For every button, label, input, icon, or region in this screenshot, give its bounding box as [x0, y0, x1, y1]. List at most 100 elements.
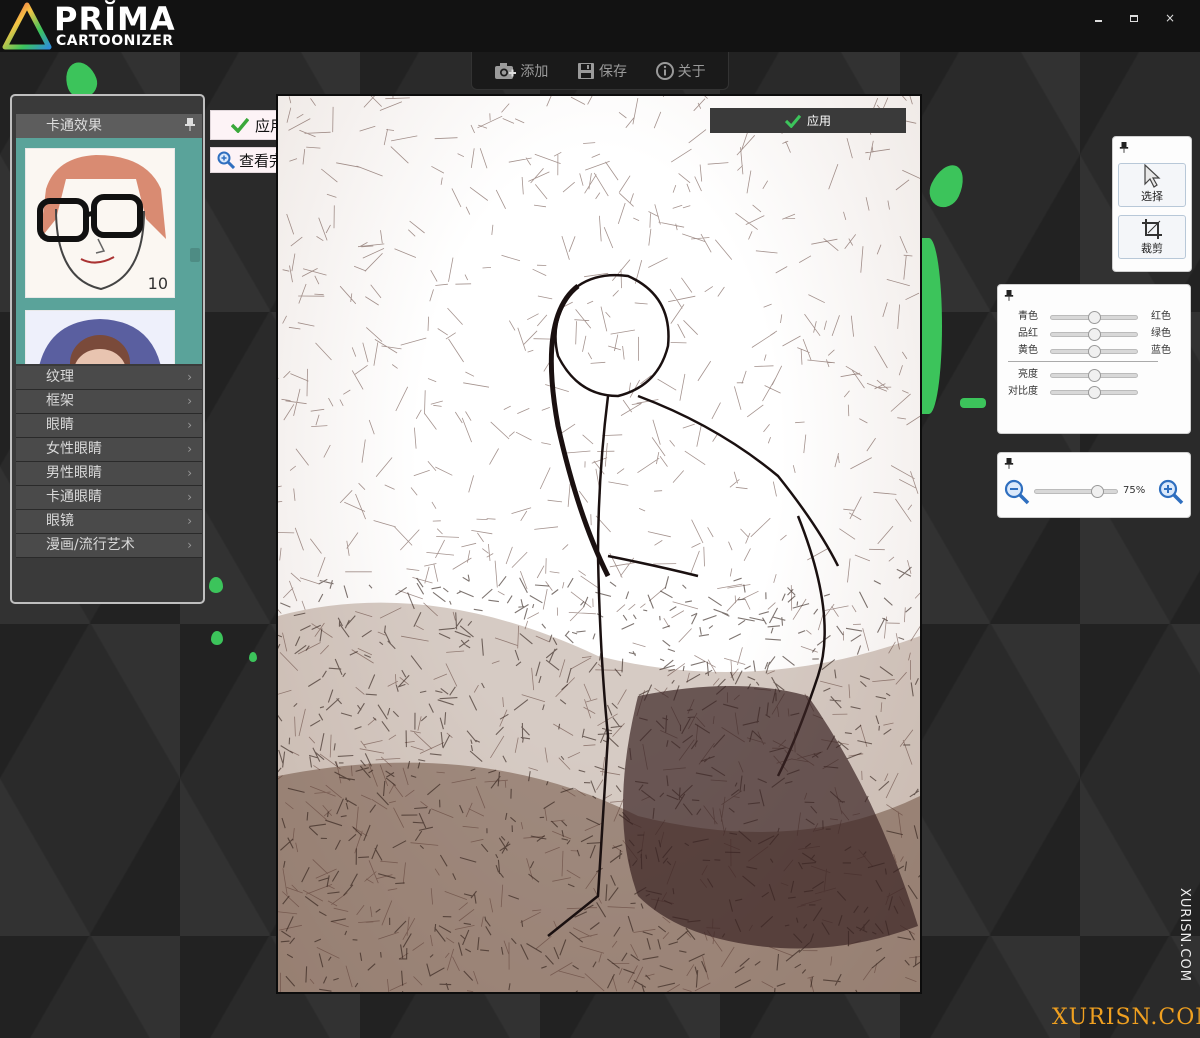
camera-add-icon — [495, 62, 517, 79]
effect-category-item[interactable]: 眼镜 › — [16, 510, 202, 534]
thumbnail-count: 10 — [147, 274, 168, 293]
effect-category-item[interactable]: 漫画/流行艺术 › — [16, 534, 202, 558]
brightness-label: 亮度 — [1018, 369, 1038, 380]
apply-button[interactable]: 应用 — [710, 108, 906, 133]
effect-category-label: 眼睛 — [46, 417, 74, 433]
effect-category-label: 卡通眼睛 — [46, 489, 102, 505]
effect-category-label: 框架 — [46, 393, 74, 409]
effect-category-item[interactable]: 纹理 › — [16, 366, 202, 390]
effect-category-label: 漫画/流行艺术 — [46, 537, 135, 553]
logo-text-cartoonizer: CARTOONIZER — [56, 33, 174, 49]
cursor-arrow-icon — [1144, 164, 1161, 188]
chevron-right-icon: › — [187, 418, 192, 432]
close-icon: × — [1164, 11, 1176, 25]
color-balance-row: 黄色 蓝色 — [998, 343, 1174, 359]
watermark-horizontal: XURISN.COM — [1052, 1005, 1200, 1030]
color-balance-row: 青色 红色 — [998, 309, 1174, 325]
magnifier-zoom-icon — [217, 151, 235, 169]
effect-category-list: 纹理 › 框架 › 眼睛 › 女性眼睛 › 男性眼睛 › 卡通眼睛 › 眼镜 › 漫画/流行艺术 › — [16, 366, 202, 558]
brightness-slider-knob[interactable] — [1088, 369, 1101, 382]
effects-panel-title: 卡通效果 — [46, 118, 102, 134]
contrast-slider-knob[interactable] — [1088, 386, 1101, 399]
effects-panel: 卡通效果 10 纹理 › 框架 › 眼睛 › 女性眼睛 › 男性眼睛 › 卡通眼… — [10, 94, 205, 604]
color-balance-slider[interactable] — [1050, 328, 1138, 341]
chevron-right-icon: › — [187, 394, 192, 408]
about-label: 关于 — [677, 63, 706, 80]
effect-category-label: 女性眼睛 — [46, 441, 102, 457]
portrait-thumbnail — [26, 311, 174, 364]
contrast-slider[interactable] — [1050, 386, 1138, 399]
effect-category-item[interactable]: 卡通眼睛 › — [16, 486, 202, 510]
window-controls: × — [1082, 8, 1186, 28]
pin-icon[interactable] — [1004, 457, 1014, 469]
brightness-slider[interactable] — [1050, 369, 1138, 382]
zoom-slider[interactable] — [1034, 485, 1118, 498]
color-balance-slider-knob[interactable] — [1088, 311, 1101, 324]
checkmark-icon — [784, 114, 801, 128]
select-tool-button[interactable]: 选择 — [1118, 163, 1186, 207]
brightness-slider-row: 亮度 — [998, 367, 1174, 383]
effect-category-item[interactable]: 框架 › — [16, 390, 202, 414]
contrast-slider-row: 对比度 — [998, 384, 1174, 400]
color-balance-slider-knob[interactable] — [1088, 328, 1101, 341]
color-balance-slider-knob[interactable] — [1088, 345, 1101, 358]
zoom-slider-knob[interactable] — [1091, 485, 1104, 498]
effect-thumbnail[interactable]: 10 — [25, 148, 175, 298]
app-logo: PRĬMA CARTOONIZER — [0, 0, 190, 52]
zoom-out-icon[interactable] — [1004, 479, 1030, 505]
logo-triangle-icon — [2, 2, 52, 50]
decorative-green-shape — [924, 159, 970, 213]
effects-thumbnail-gallery: 10 — [16, 138, 202, 364]
pin-icon[interactable] — [1119, 141, 1129, 153]
pin-icon[interactable] — [1004, 289, 1014, 301]
color-balance-slider[interactable] — [1050, 311, 1138, 324]
decorative-green-shape — [211, 631, 223, 645]
effect-category-item[interactable]: 女性眼睛 › — [16, 438, 202, 462]
color-balance-row: 品红 绿色 — [998, 326, 1174, 342]
color-left-label: 青色 — [1018, 311, 1038, 322]
maximize-button[interactable] — [1118, 8, 1150, 28]
close-button[interactable]: × — [1154, 8, 1186, 28]
chevron-right-icon: › — [187, 538, 192, 552]
contrast-label: 对比度 — [1008, 386, 1038, 397]
effect-category-item[interactable]: 眼睛 › — [16, 414, 202, 438]
effect-category-label: 眼镜 — [46, 513, 74, 529]
minimize-button[interactable] — [1082, 8, 1114, 28]
color-balance-slider[interactable] — [1050, 345, 1138, 358]
chevron-right-icon: › — [187, 514, 192, 528]
save-button[interactable]: 保存 — [577, 61, 627, 81]
main-toolbar: 添加 保存 关于 — [471, 52, 729, 90]
divider — [1008, 361, 1158, 362]
checkmark-icon — [230, 117, 249, 133]
zoom-value: 75% — [1123, 485, 1146, 496]
title-bar: PRĬMA CARTOONIZER × — [0, 0, 1200, 52]
gallery-scrollbar[interactable] — [190, 248, 200, 262]
effect-category-label: 纹理 — [46, 369, 74, 385]
zoom-panel: 75% — [997, 452, 1191, 518]
chevron-right-icon: › — [187, 466, 192, 480]
crop-tool-label: 裁剪 — [1141, 242, 1163, 255]
decorative-green-shape — [960, 398, 986, 408]
add-button[interactable]: 添加 — [494, 61, 548, 81]
info-icon — [655, 61, 674, 80]
decorative-green-shape — [249, 652, 257, 662]
pin-icon[interactable] — [184, 117, 196, 131]
select-tool-label: 选择 — [1141, 190, 1163, 203]
crop-icon — [1142, 219, 1162, 239]
effect-thumbnail[interactable] — [25, 310, 175, 364]
about-button[interactable]: 关于 — [655, 61, 706, 81]
add-label: 添加 — [520, 63, 549, 80]
maximize-icon — [1130, 14, 1138, 22]
effect-category-item[interactable]: 男性眼睛 › — [16, 462, 202, 486]
chevron-right-icon: › — [187, 442, 192, 456]
crop-tool-button[interactable]: 裁剪 — [1118, 215, 1186, 259]
cartoonized-photo — [278, 96, 920, 992]
color-left-label: 品红 — [1018, 328, 1038, 339]
chevron-right-icon: › — [187, 490, 192, 504]
image-canvas[interactable] — [278, 96, 920, 992]
save-label: 保存 — [598, 63, 627, 80]
color-left-label: 黄色 — [1018, 345, 1038, 356]
decorative-green-shape — [209, 577, 223, 593]
effect-category-label: 男性眼睛 — [46, 465, 102, 481]
zoom-in-icon[interactable] — [1158, 479, 1184, 505]
